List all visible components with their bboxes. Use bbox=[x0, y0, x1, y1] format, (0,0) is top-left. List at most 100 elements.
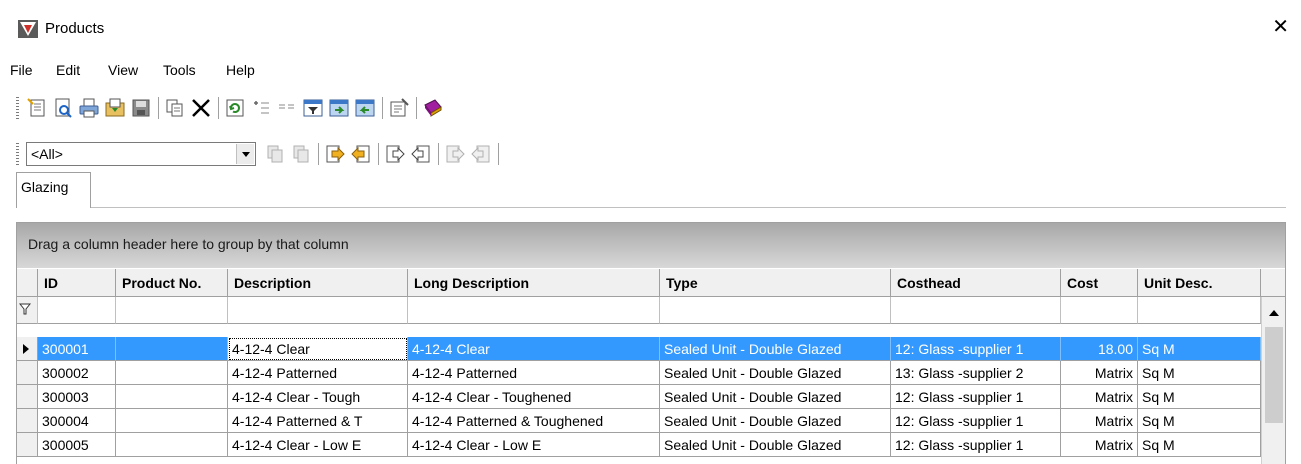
column-header-long-description[interactable]: Long Description bbox=[408, 269, 660, 297]
filter-cell-unit-desc[interactable] bbox=[1138, 297, 1261, 324]
filter-cell-description[interactable] bbox=[228, 297, 408, 324]
filter-cell-id[interactable] bbox=[38, 297, 116, 324]
scroll-thumb[interactable] bbox=[1265, 327, 1283, 423]
menu-view[interactable]: View bbox=[108, 62, 138, 78]
menu-help[interactable]: Help bbox=[226, 62, 255, 78]
cell-description[interactable]: 4-12-4 Clear - Low E bbox=[228, 433, 408, 457]
cell-type[interactable]: Sealed Unit - Double Glazed bbox=[660, 385, 891, 409]
cell-type[interactable]: Sealed Unit - Double Glazed bbox=[660, 361, 891, 385]
column-header-cost[interactable]: Cost bbox=[1061, 269, 1138, 297]
print-icon[interactable] bbox=[78, 97, 100, 119]
cell-id[interactable]: 300005 bbox=[38, 433, 116, 457]
cell-cost[interactable]: Matrix bbox=[1061, 409, 1138, 433]
column-header-costhead[interactable]: Costhead bbox=[891, 269, 1061, 297]
toolbar-grip[interactable] bbox=[16, 97, 19, 119]
cell-description[interactable]: 4-12-4 Patterned & T bbox=[228, 409, 408, 433]
cell-type[interactable]: Sealed Unit - Double Glazed bbox=[660, 409, 891, 433]
menu-file[interactable]: File bbox=[10, 62, 33, 78]
table-row[interactable]: 300002 4-12-4 Patterned 4-12-4 Patterned… bbox=[17, 361, 1261, 385]
cell-unit-desc[interactable]: Sq M bbox=[1138, 433, 1261, 457]
properties-icon[interactable] bbox=[388, 97, 410, 119]
menu-edit[interactable]: Edit bbox=[56, 62, 80, 78]
filter-cell-type[interactable] bbox=[660, 297, 891, 324]
cell-description[interactable]: 4-12-4 Patterned bbox=[228, 361, 408, 385]
refresh-icon[interactable] bbox=[224, 97, 246, 119]
row-indicator[interactable] bbox=[17, 409, 38, 433]
cell-product-no[interactable] bbox=[116, 409, 228, 433]
column-header-id[interactable]: ID bbox=[38, 269, 116, 297]
tab-glazing[interactable]: Glazing bbox=[16, 172, 91, 208]
row-indicator[interactable] bbox=[17, 385, 38, 409]
filter-cell-product-no[interactable] bbox=[116, 297, 228, 324]
vertical-scrollbar[interactable] bbox=[1261, 297, 1285, 464]
cell-id[interactable]: 300003 bbox=[38, 385, 116, 409]
row-indicator[interactable] bbox=[17, 337, 38, 361]
category-combobox[interactable]: <All> bbox=[26, 142, 256, 166]
cell-long-description[interactable]: 4-12-4 Patterned & Toughened bbox=[408, 409, 660, 433]
cell-product-no[interactable] bbox=[116, 385, 228, 409]
filter-cell-cost[interactable] bbox=[1061, 297, 1138, 324]
delete-icon[interactable] bbox=[190, 97, 212, 119]
scroll-up-icon[interactable] bbox=[1269, 310, 1279, 316]
cell-id[interactable]: 300004 bbox=[38, 409, 116, 433]
fields-icon[interactable] bbox=[276, 97, 298, 119]
save-icon[interactable] bbox=[130, 97, 152, 119]
cell-costhead[interactable]: 12: Glass -supplier 1 bbox=[891, 409, 1061, 433]
filter-icon[interactable] bbox=[302, 97, 324, 119]
cell-unit-desc[interactable]: Sq M bbox=[1138, 409, 1261, 433]
cell-long-description[interactable]: 4-12-4 Clear bbox=[408, 337, 660, 361]
export-icon[interactable] bbox=[104, 97, 126, 119]
cell-cost[interactable]: 18.00 bbox=[1061, 337, 1138, 361]
cell-product-no[interactable] bbox=[116, 433, 228, 457]
cell-cost[interactable]: Matrix bbox=[1061, 385, 1138, 409]
cell-cost[interactable]: Matrix bbox=[1061, 361, 1138, 385]
cell-description[interactable]: 4-12-4 Clear - Tough bbox=[228, 385, 408, 409]
cell-type[interactable]: Sealed Unit - Double Glazed bbox=[660, 433, 891, 457]
table-row[interactable]: 300005 4-12-4 Clear - Low E 4-12-4 Clear… bbox=[17, 433, 1261, 457]
cell-unit-desc[interactable]: Sq M bbox=[1138, 361, 1261, 385]
row-indicator[interactable] bbox=[17, 361, 38, 385]
cell-costhead[interactable]: 12: Glass -supplier 1 bbox=[891, 385, 1061, 409]
cell-type[interactable]: Sealed Unit - Double Glazed bbox=[660, 337, 891, 361]
cell-unit-desc[interactable]: Sq M bbox=[1138, 385, 1261, 409]
column-header-product-no[interactable]: Product No. bbox=[116, 269, 228, 297]
cell-product-no[interactable] bbox=[116, 361, 228, 385]
move-right-icon[interactable] bbox=[324, 143, 346, 165]
import-icon[interactable] bbox=[328, 97, 350, 119]
copy-icon[interactable] bbox=[164, 97, 186, 119]
add-field-icon[interactable] bbox=[250, 97, 272, 119]
group-by-area[interactable]: Drag a column header here to group by th… bbox=[17, 223, 1285, 268]
column-header-description[interactable]: Description bbox=[228, 269, 408, 297]
move-left-icon[interactable] bbox=[350, 143, 372, 165]
menu-tools[interactable]: Tools bbox=[163, 62, 196, 78]
cell-id[interactable]: 300002 bbox=[38, 361, 116, 385]
cell-long-description[interactable]: 4-12-4 Clear - Low E bbox=[408, 433, 660, 457]
filter-icon[interactable] bbox=[19, 303, 31, 315]
close-icon[interactable]: ✕ bbox=[1272, 17, 1289, 37]
filter-cell-costhead[interactable] bbox=[891, 297, 1061, 324]
table-row[interactable]: 300001 4-12-4 Clear 4-12-4 Clear Sealed … bbox=[17, 337, 1261, 361]
table-row[interactable]: 300003 4-12-4 Clear - Tough 4-12-4 Clear… bbox=[17, 385, 1261, 409]
cell-costhead[interactable]: 12: Glass -supplier 1 bbox=[891, 337, 1061, 361]
cell-costhead[interactable]: 13: Glass -supplier 2 bbox=[891, 361, 1061, 385]
row-indicator[interactable] bbox=[17, 433, 38, 457]
cell-cost[interactable]: Matrix bbox=[1061, 433, 1138, 457]
table-row[interactable]: 300004 4-12-4 Patterned & T 4-12-4 Patte… bbox=[17, 409, 1261, 433]
cell-unit-desc[interactable]: Sq M bbox=[1138, 337, 1261, 361]
filter-cell-long-description[interactable] bbox=[408, 297, 660, 324]
book-icon[interactable] bbox=[422, 97, 444, 119]
cell-id[interactable]: 300001 bbox=[38, 337, 116, 361]
column-header-unit-desc[interactable]: Unit Desc. bbox=[1138, 269, 1261, 297]
cell-costhead[interactable]: 12: Glass -supplier 1 bbox=[891, 433, 1061, 457]
forward-icon[interactable] bbox=[384, 143, 406, 165]
cell-product-no[interactable] bbox=[116, 337, 228, 361]
toolbar-grip[interactable] bbox=[16, 143, 19, 165]
cell-long-description[interactable]: 4-12-4 Clear - Toughened bbox=[408, 385, 660, 409]
cell-description[interactable]: 4-12-4 Clear bbox=[228, 337, 408, 361]
column-header-type[interactable]: Type bbox=[660, 269, 891, 297]
print-preview-icon[interactable] bbox=[52, 97, 74, 119]
cell-long-description[interactable]: 4-12-4 Patterned bbox=[408, 361, 660, 385]
new-icon[interactable] bbox=[26, 97, 48, 119]
export-data-icon[interactable] bbox=[354, 97, 376, 119]
chevron-down-icon[interactable] bbox=[236, 144, 254, 164]
